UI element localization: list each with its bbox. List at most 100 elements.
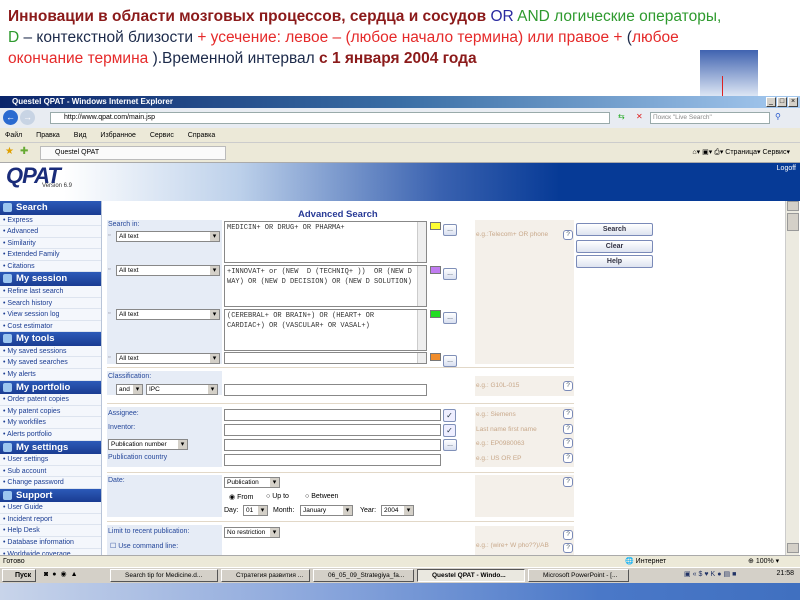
sidebar-item[interactable]: • Cost estimator [0, 320, 101, 333]
browse-button[interactable]: ... [443, 312, 457, 324]
logoff-link[interactable]: Logoff [777, 165, 796, 172]
favorites-star-icon[interactable]: ★ [5, 146, 14, 157]
help-icon[interactable]: ? [563, 438, 573, 448]
start-button[interactable]: Пуск [2, 569, 36, 582]
quick-launch-icons[interactable]: ◙●◉▲ [44, 570, 82, 578]
help-icon[interactable]: ? [563, 424, 573, 434]
vertical-scrollbar[interactable] [785, 201, 799, 555]
highlight-color-swatch[interactable] [430, 266, 441, 274]
assignee-input[interactable] [224, 409, 441, 421]
field-select[interactable]: All text [116, 265, 220, 276]
sidebar-header-support[interactable]: Support [0, 488, 101, 503]
radio-up-to[interactable]: ○ Up to [266, 493, 289, 500]
menu-help[interactable]: Справка [188, 132, 215, 139]
taskbar-task[interactable]: Microsoft PowerPoint - [... [528, 569, 629, 582]
page-menu[interactable]: Страница [725, 149, 757, 156]
menu-tools[interactable]: Сервис [150, 132, 174, 139]
query-textarea[interactable] [224, 352, 427, 364]
sidebar-item[interactable]: • My alerts [0, 369, 101, 381]
sidebar-header-my-settings[interactable]: My settings [0, 440, 101, 454]
sidebar-item[interactable]: • My saved sessions [0, 345, 101, 358]
sidebar-item[interactable]: • Citations [0, 260, 101, 273]
sidebar-item[interactable]: • Search history [0, 297, 101, 310]
live-search-input[interactable]: Поиск "Live Search" [650, 112, 770, 124]
sidebar-item[interactable]: • View session log [0, 309, 101, 321]
help-icon[interactable]: ? [563, 530, 573, 540]
address-input[interactable]: http://www.qpat.com/main.jsp [50, 112, 610, 124]
date-type-select[interactable]: Publication [224, 477, 280, 488]
forward-button[interactable]: → [20, 110, 35, 125]
sidebar-item[interactable]: • Database information [0, 537, 101, 549]
back-button[interactable]: ← [3, 110, 18, 125]
sidebar-item[interactable]: • Change password [0, 477, 101, 489]
print-icon[interactable]: ⎙▾ [714, 149, 723, 156]
search-button[interactable]: Search [576, 223, 653, 236]
sidebar-item[interactable]: • Order patent copies [0, 394, 101, 406]
year-select[interactable]: 2004 [381, 505, 414, 516]
sidebar-item[interactable]: • Advanced [0, 226, 101, 238]
sidebar-item[interactable]: • Similarity [0, 237, 101, 250]
inventor-check-button[interactable]: ✓ [443, 424, 456, 437]
radio-from[interactable]: ◉ From [229, 493, 253, 501]
maximize-button[interactable]: □ [777, 97, 787, 107]
help-icon[interactable]: ? [563, 409, 573, 419]
radio-between[interactable]: ○ Between [305, 493, 338, 500]
menu-view[interactable]: Вид [74, 132, 87, 139]
stop-icon[interactable]: ✕ [636, 112, 643, 121]
sidebar-item[interactable]: • User Guide [0, 502, 101, 514]
sidebar-header-search[interactable]: Search [0, 201, 101, 215]
sidebar-item[interactable]: • My patent copies [0, 405, 101, 418]
sidebar-item[interactable]: • Express [0, 214, 101, 227]
publication-number-select[interactable]: Publication number [108, 439, 188, 450]
sidebar-item[interactable]: • Sub account [0, 465, 101, 478]
publication-number-input[interactable] [224, 439, 441, 451]
query-textarea[interactable]: MEDICIN+ OR DRUG+ OR PHARMA+ [224, 221, 427, 263]
limit-select[interactable]: No restriction [224, 527, 280, 538]
menu-favorites[interactable]: Избранное [100, 132, 135, 139]
minimize-button[interactable]: _ [766, 97, 776, 107]
day-select[interactable]: 01 [243, 505, 268, 516]
sidebar-item[interactable]: • Refine last search [0, 285, 101, 298]
help-icon[interactable]: ? [563, 477, 573, 487]
sidebar-item[interactable]: • Incident report [0, 513, 101, 526]
menu-file[interactable]: Файл [5, 132, 22, 139]
taskbar-task[interactable]: Search tip for Medicine.d... [110, 569, 218, 582]
sidebar-item[interactable]: • Alerts portfolio [0, 428, 101, 441]
query-textarea[interactable]: (CEREBRAL+ OR BRAIN+) OR (HEART+ OR CARD… [224, 309, 427, 351]
browse-button[interactable]: ... [443, 224, 457, 236]
zoom-control[interactable]: ⊕ 100% ▾ [748, 557, 779, 565]
field-select[interactable]: All text [116, 231, 220, 242]
menu-edit[interactable]: Правка [36, 132, 60, 139]
taskbar-task[interactable]: 06_05_09_Strategiya_fa... [313, 569, 414, 582]
sidebar-item[interactable]: • Help Desk [0, 525, 101, 538]
clear-button[interactable]: Clear [576, 240, 653, 253]
month-select[interactable]: January [300, 505, 353, 516]
assignee-check-button[interactable]: ✓ [443, 409, 456, 422]
query-textarea[interactable]: +INNOVAT+ or (NEW D (TECHNIQ+ )) OR (NEW… [224, 265, 427, 307]
publication-number-browse-button[interactable]: ... [443, 439, 457, 451]
refresh-icon[interactable]: ⇆ [618, 112, 625, 121]
publication-country-input[interactable] [224, 454, 441, 466]
operator-select[interactable]: and [116, 384, 143, 395]
sidebar-header-my-tools[interactable]: My tools [0, 332, 101, 346]
command-line-checkbox[interactable]: ☐ Use command line: [110, 542, 178, 550]
expand-icon[interactable]: ▫ [108, 232, 110, 239]
sidebar-item[interactable]: • My workfiles [0, 417, 101, 429]
tools-menu[interactable]: Сервис [763, 149, 787, 156]
highlight-color-swatch[interactable] [430, 310, 441, 318]
feeds-icon[interactable]: ▣▾ [702, 149, 712, 156]
highlight-color-swatch[interactable] [430, 353, 441, 361]
browse-button[interactable]: ... [443, 268, 457, 280]
help-icon[interactable]: ? [563, 543, 573, 553]
add-favorite-icon[interactable]: ✚ [20, 146, 28, 157]
browse-button[interactable]: ... [443, 355, 457, 367]
expand-icon[interactable]: ▫ [108, 266, 110, 273]
help-button[interactable]: Help [576, 255, 653, 268]
highlight-color-swatch[interactable] [430, 222, 441, 230]
scheme-select[interactable]: IPC [146, 384, 218, 395]
classification-input[interactable] [224, 384, 427, 396]
inventor-input[interactable] [224, 424, 441, 436]
search-icon[interactable]: ⚲ [775, 112, 781, 121]
close-button[interactable]: × [788, 97, 798, 107]
help-icon[interactable]: ? [563, 381, 573, 391]
